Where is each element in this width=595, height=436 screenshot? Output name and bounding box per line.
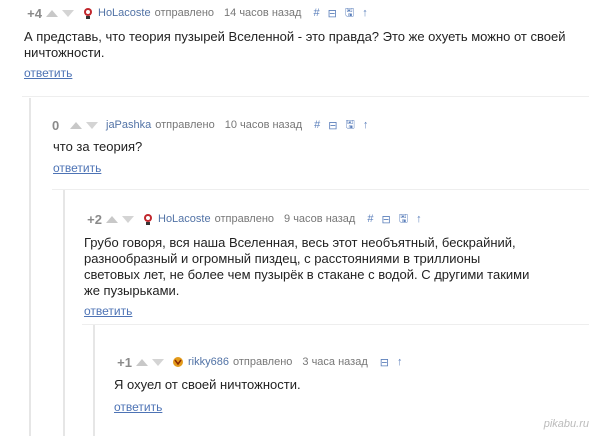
sent-label: отправлено (232, 356, 293, 368)
reply-link[interactable]: ответить (84, 304, 132, 318)
vote-up-icon[interactable] (136, 358, 148, 366)
comment-meta: +4 HoLacoste отправлено 14 часов назад #… (22, 5, 376, 21)
vote-down-icon[interactable] (62, 9, 74, 17)
comment-rating: +4 (27, 5, 42, 21)
reply-link[interactable]: ответить (114, 400, 162, 414)
reply-link[interactable]: ответить (24, 66, 72, 80)
comment-meta: +1 rikky686 отправлено 3 часа назад ⊟ ↑ (112, 354, 410, 370)
comment-rating: 0 (52, 117, 60, 133)
vote-up-icon[interactable] (70, 121, 82, 129)
collapse-icon[interactable]: ⊟ (328, 7, 337, 20)
permalink-icon[interactable]: # (367, 213, 373, 225)
avatar[interactable] (82, 7, 94, 19)
comment-text: Грубо говоря, вся наша Вселенная, весь э… (84, 235, 530, 298)
author-link[interactable]: jaPashka (106, 119, 151, 131)
author-link[interactable]: HoLacoste (98, 7, 151, 19)
avatar[interactable] (142, 213, 154, 225)
save-icon[interactable]: 🖫 (345, 4, 354, 23)
timestamp[interactable]: 9 часов назад (284, 213, 355, 225)
comment-meta: +2 HoLacoste отправлено 9 часов назад # … (82, 211, 430, 227)
divider (22, 96, 589, 97)
timestamp[interactable]: 10 часов назад (225, 119, 302, 131)
save-icon[interactable]: ⊟ (380, 356, 389, 369)
timestamp[interactable]: 3 часа назад (302, 356, 367, 368)
comment-text: что за теория? (53, 139, 143, 154)
thread-line (29, 98, 31, 436)
parent-arrow-icon[interactable]: ↑ (416, 213, 422, 225)
permalink-icon[interactable]: # (313, 7, 319, 19)
comment-meta: 0 jaPashka отправлено 10 часов назад # ⊟… (52, 117, 376, 133)
sent-label: отправлено (214, 213, 275, 225)
thread-line (93, 325, 95, 436)
comment-rating: +2 (87, 211, 102, 227)
save-icon[interactable]: 🖫 (345, 116, 354, 135)
collapse-icon[interactable]: ⊟ (381, 213, 390, 226)
avatar[interactable] (172, 356, 184, 368)
vote-up-icon[interactable] (106, 215, 118, 223)
save-icon[interactable]: 🖫 (399, 210, 408, 229)
sent-label: отправлено (154, 7, 215, 19)
author-link[interactable]: HoLacoste (158, 213, 211, 225)
parent-arrow-icon[interactable]: ↑ (362, 7, 368, 19)
collapse-icon[interactable]: ⊟ (328, 119, 337, 132)
vote-up-icon[interactable] (46, 9, 58, 17)
thread-line (63, 190, 65, 436)
parent-arrow-icon[interactable]: ↑ (363, 119, 369, 131)
comment-rating: +1 (117, 354, 132, 370)
permalink-icon[interactable]: # (314, 119, 320, 131)
timestamp[interactable]: 14 часов назад (224, 7, 301, 19)
vote-down-icon[interactable] (122, 215, 134, 223)
divider (52, 189, 589, 190)
comment-text: Я охуел от своей ничтожности. (114, 377, 301, 392)
sent-label: отправлено (155, 119, 215, 131)
divider (82, 324, 589, 325)
author-link[interactable]: rikky686 (188, 356, 229, 368)
parent-arrow-icon[interactable]: ↑ (397, 356, 403, 368)
vote-down-icon[interactable] (152, 358, 164, 366)
watermark: pikabu.ru (543, 418, 589, 430)
comment-text: А представь, что теория пузырей Вселенно… (24, 29, 566, 60)
reply-link[interactable]: ответить (53, 161, 101, 175)
vote-down-icon[interactable] (86, 121, 98, 129)
